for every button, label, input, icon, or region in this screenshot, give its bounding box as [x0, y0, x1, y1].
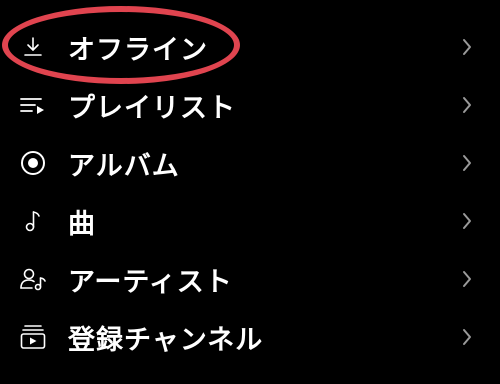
menu-item-offline[interactable]: オフライン — [0, 18, 500, 76]
menu-item-label: アーティスト — [68, 266, 233, 298]
menu-item-label: プレイリスト — [68, 92, 236, 124]
menu-item-label: アルバム — [68, 150, 180, 182]
menu-item-label: 曲 — [68, 208, 96, 240]
chevron-right-icon — [460, 95, 474, 115]
playlist-icon — [16, 88, 50, 122]
chevron-right-icon — [460, 269, 474, 289]
artist-icon — [16, 262, 50, 296]
download-icon — [16, 30, 50, 64]
chevron-right-icon — [460, 153, 474, 173]
chevron-right-icon — [460, 327, 474, 347]
menu-item-label: オフライン — [68, 34, 208, 66]
menu-item-albums[interactable]: アルバム — [0, 134, 500, 192]
menu-item-artists[interactable]: アーティスト — [0, 250, 500, 308]
menu-item-songs[interactable]: 曲 — [0, 192, 500, 250]
menu-item-subscriptions[interactable]: 登録チャンネル — [0, 308, 500, 366]
chevron-right-icon — [460, 211, 474, 231]
subscriptions-icon — [16, 320, 50, 354]
menu-item-playlists[interactable]: プレイリスト — [0, 76, 500, 134]
chevron-right-icon — [460, 37, 474, 57]
music-note-icon — [16, 204, 50, 238]
menu-item-label: 登録チャンネル — [68, 324, 264, 356]
album-icon — [16, 146, 50, 180]
library-menu: オフライン プレイリスト アルバム 曲 アーティスト 登録チャンネル — [0, 0, 500, 384]
